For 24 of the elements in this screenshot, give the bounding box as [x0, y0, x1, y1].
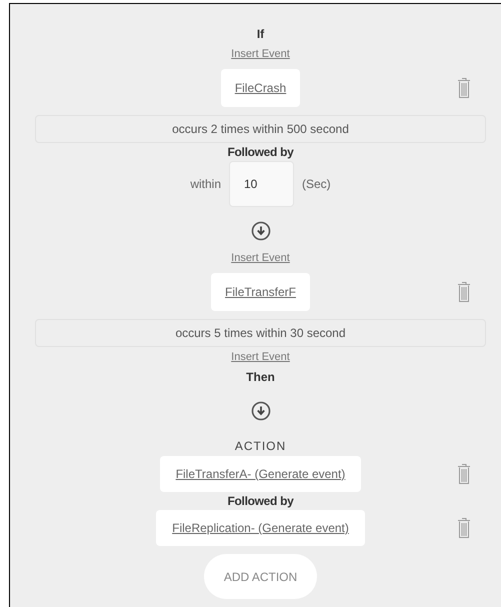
insert-event-link[interactable]: Insert Event: [231, 46, 290, 62]
insert-event-link[interactable]: Insert Event: [231, 348, 290, 366]
section-heading: Then: [246, 369, 275, 386]
section-heading: If: [256, 26, 264, 43]
down-arrow-circle-icon: [250, 221, 270, 241]
event-box[interactable]: FileTransferF: [211, 273, 310, 311]
trash-icon[interactable]: [457, 77, 471, 99]
add-action-button[interactable]: ADD ACTION: [204, 554, 318, 599]
followed-by-label: Followed by: [227, 493, 294, 510]
seconds-input[interactable]: 10: [229, 161, 294, 207]
trash-icon[interactable]: [457, 463, 471, 485]
within-label: within: [190, 176, 221, 193]
trash-icon[interactable]: [457, 281, 471, 303]
section-title: ACTION: [234, 438, 286, 455]
condition-bar: occurs 5 times within 30 second: [35, 319, 486, 347]
down-arrow-circle-icon: [250, 401, 270, 421]
insert-event-link[interactable]: Insert Event: [231, 250, 290, 266]
unit-label: (Sec): [302, 176, 331, 193]
condition-bar: occurs 2 times within 500 second: [35, 115, 486, 143]
action-box[interactable]: FileTransferA- (Generate event): [160, 456, 362, 492]
event-box[interactable]: FileCrash: [220, 69, 300, 107]
action-box[interactable]: FileReplication- (Generate event): [156, 510, 365, 546]
trash-icon[interactable]: [457, 517, 471, 539]
followed-by-label: Followed by: [227, 144, 294, 161]
